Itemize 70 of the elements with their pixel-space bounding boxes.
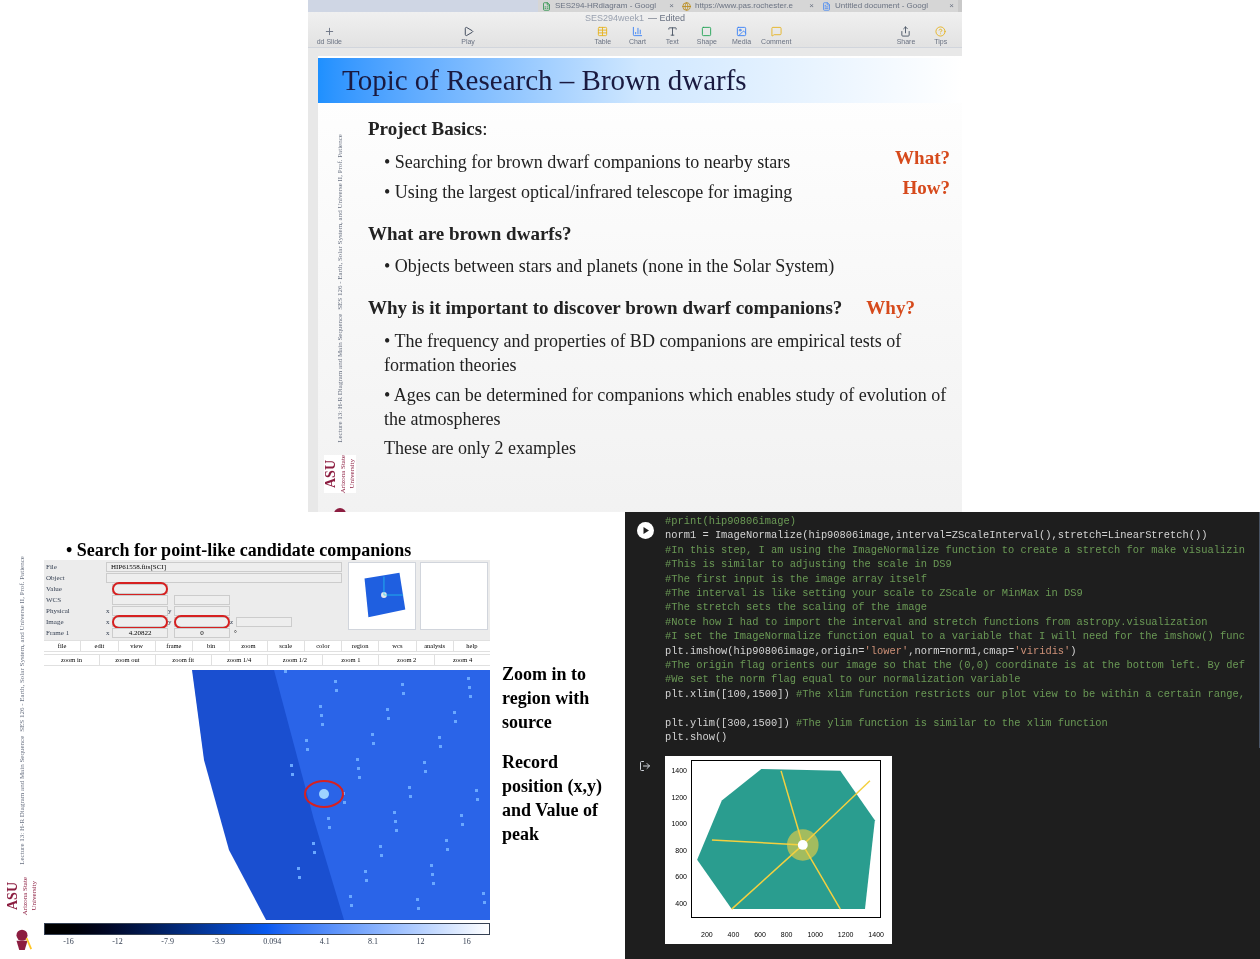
readout-field[interactable] xyxy=(174,595,230,605)
code-line: plt.ylim([300,1500]) #The ylim function is similar to the xlim function xyxy=(665,715,1109,731)
section-heading: Project Basics: xyxy=(368,117,488,141)
colorbar-label: -3.9 xyxy=(212,936,225,948)
browser-tab[interactable]: https://www.pas.rochester.e × xyxy=(678,0,818,12)
text-icon xyxy=(666,25,678,37)
bullet-text: • Searching for brown dwarf companions to nearby stars xyxy=(384,150,791,174)
bullet-text: • The frequency and properties of BD companions are empirical tests of formation theories xyxy=(384,329,903,377)
comment-icon xyxy=(770,25,782,37)
colorbar-label: -16 xyxy=(63,936,74,948)
magnifier-pane xyxy=(420,562,488,630)
colorbar-label: 16 xyxy=(462,936,471,948)
readout-field[interactable] xyxy=(112,606,168,616)
code-line: #I set the ImageNormalize function equal to a variable that I will need for the imshow() func xyxy=(665,629,1245,644)
logo-text: ASU xyxy=(324,459,338,488)
code-line: #The first input is the image array itself xyxy=(665,571,928,587)
bullet-text: These are only 2 examples xyxy=(383,436,577,460)
code-line: plt.xlim([100,1500]) #The xlim function restricts our plot view to be within a certain range, xyxy=(665,686,1245,702)
output-icon xyxy=(639,760,651,772)
add-icon xyxy=(323,25,335,37)
code-line: #In this step, I am using the ImageNormalize function to create a stretch for make visualizin xyxy=(665,542,1245,558)
code-line: #The stretch sets the scaling of the image xyxy=(665,600,928,615)
annotation-ellipse xyxy=(304,780,344,808)
slide-note: Zoom in to region with source xyxy=(502,663,591,734)
logo-text: ASU xyxy=(6,881,20,910)
code-line: #print(hip90806image) xyxy=(665,514,797,529)
chart-icon xyxy=(631,25,643,37)
colorbar-label: 0.094 xyxy=(263,936,282,948)
question-tag: What? xyxy=(895,143,950,172)
code-line: #We set the norm flag equal to our normalization variable xyxy=(665,672,1022,687)
tab-icon xyxy=(682,1,691,11)
code-line: #The interval is like setting your scale to ZScale or MinMax in DS9 xyxy=(665,586,1084,601)
colorbar-label: -7.9 xyxy=(161,936,174,948)
browser-tab[interactable]: Untitled document - Googl × xyxy=(818,0,958,12)
run-icon[interactable] xyxy=(636,522,654,539)
colorbar-label: 12 xyxy=(416,936,425,948)
browser-tab[interactable]: SES294-HRdiagram - Googl × xyxy=(538,0,678,12)
bullet-text: • Using the largest optical/infrared telescope for imaging xyxy=(384,180,793,204)
play-icon xyxy=(462,25,474,37)
bullet-text: • Ages can be determined for companions which enables study of evolution of the atmospheres xyxy=(384,383,948,431)
bullet-text: • Objects between stars and planets (none in the Solar System) xyxy=(384,255,835,278)
section-heading: Why is it important to discover brown dwarf companions? xyxy=(368,296,843,320)
shape-icon xyxy=(701,25,713,37)
code-line: norm1 = ImageNormalize(hip90806image,interval=ZScaleInterval(),stretch=LinearStretch()) xyxy=(665,528,1209,543)
tab-icon xyxy=(542,1,551,11)
media-icon xyxy=(736,25,748,37)
colorbar-label: -12 xyxy=(112,936,123,948)
code-line: #The origin flag orients our image so that the (0,0) coordinate is at the bottom left. By def xyxy=(665,658,1245,673)
code-cell[interactable] xyxy=(625,512,1260,748)
slide-note: Record position (x,y) and Value of peak xyxy=(502,751,603,846)
section-heading: What are brown dwarfs? xyxy=(368,221,572,246)
tab-icon xyxy=(822,1,831,11)
colorbar-label: 4.1 xyxy=(319,936,330,948)
share-icon xyxy=(900,25,912,37)
question-tag: How? xyxy=(902,173,950,202)
readout-field[interactable] xyxy=(106,573,342,583)
document-title: SES294week1 xyxy=(584,12,644,25)
readout-field[interactable] xyxy=(236,617,292,627)
code-line: #Note how I had to import the interval and stretch functions from astropy.visualization xyxy=(665,614,1209,630)
readout-field[interactable] xyxy=(174,606,230,616)
readout-field[interactable] xyxy=(112,595,168,605)
slide-heading: • Search for point-like candidate companions xyxy=(65,540,413,560)
tips-icon xyxy=(935,25,947,37)
colorbar-label: 8.1 xyxy=(368,936,378,948)
code-line: plt.imshow(hip90806image,origin='lower',norm=norm1,cmap='viridis') xyxy=(665,643,1078,659)
document-status: — Edited xyxy=(648,12,686,25)
code-line: plt.show() xyxy=(665,730,729,745)
code-line: #This is similar to adjusting the scale in DS9 xyxy=(665,557,953,572)
question-tag: Why? xyxy=(866,294,915,323)
table-icon xyxy=(597,25,609,37)
